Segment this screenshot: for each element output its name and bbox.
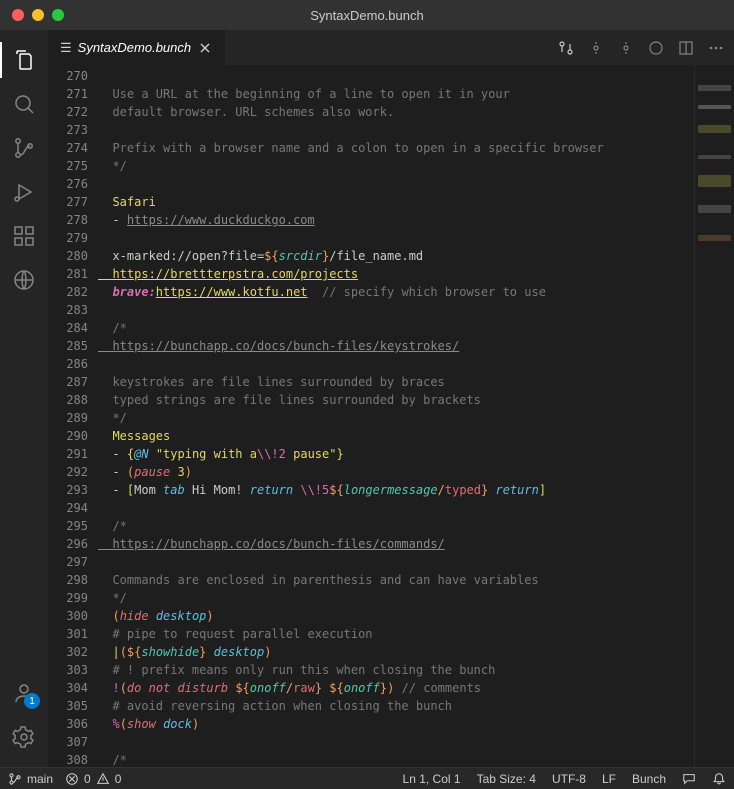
line-number-gutter: 2702712722732742752762772782792802812822… <box>48 65 98 767</box>
status-eol[interactable]: LF <box>602 772 616 786</box>
activity-bar: 1 <box>0 30 48 767</box>
tab-syntaxdemo[interactable]: ☰ SyntaxDemo.bunch <box>48 30 225 65</box>
status-feedback-icon[interactable] <box>682 772 696 786</box>
status-branch[interactable]: main <box>8 772 53 786</box>
remote-icon[interactable] <box>0 258 48 302</box>
minimap[interactable] <box>694 65 734 767</box>
explorer-icon[interactable] <box>0 38 48 82</box>
split-editor-icon[interactable] <box>678 40 694 56</box>
status-problems[interactable]: 0 0 <box>65 772 121 786</box>
status-bell-icon[interactable] <box>712 772 726 786</box>
status-tab-size[interactable]: Tab Size: 4 <box>477 772 536 786</box>
prev-change-icon[interactable] <box>588 40 604 56</box>
run-icon[interactable] <box>648 40 664 56</box>
source-control-icon[interactable] <box>0 126 48 170</box>
search-icon[interactable] <box>0 82 48 126</box>
editor-tabs: ☰ SyntaxDemo.bunch <box>48 30 734 65</box>
status-language[interactable]: Bunch <box>632 772 666 786</box>
status-encoding[interactable]: UTF-8 <box>552 772 586 786</box>
run-debug-icon[interactable] <box>0 170 48 214</box>
tab-label: SyntaxDemo.bunch <box>78 40 191 55</box>
editor-toolbar <box>558 30 734 65</box>
close-tab-icon[interactable] <box>197 40 213 56</box>
status-bar: main 0 0 Ln 1, Col 1 Tab Size: 4 UTF-8 L… <box>0 767 734 789</box>
hamburger-icon: ☰ <box>60 40 72 56</box>
extensions-icon[interactable] <box>0 214 48 258</box>
accounts-icon[interactable]: 1 <box>0 671 48 715</box>
title-bar: SyntaxDemo.bunch <box>0 0 734 30</box>
status-cursor[interactable]: Ln 1, Col 1 <box>403 772 461 786</box>
more-actions-icon[interactable] <box>708 40 724 56</box>
window-title: SyntaxDemo.bunch <box>0 8 734 23</box>
accounts-badge: 1 <box>24 693 40 709</box>
settings-gear-icon[interactable] <box>0 715 48 759</box>
code-content[interactable]: Use a URL at the beginning of a line to … <box>98 65 694 767</box>
next-change-icon[interactable] <box>618 40 634 56</box>
code-editor[interactable]: 2702712722732742752762772782792802812822… <box>48 65 734 767</box>
git-compare-icon[interactable] <box>558 40 574 56</box>
